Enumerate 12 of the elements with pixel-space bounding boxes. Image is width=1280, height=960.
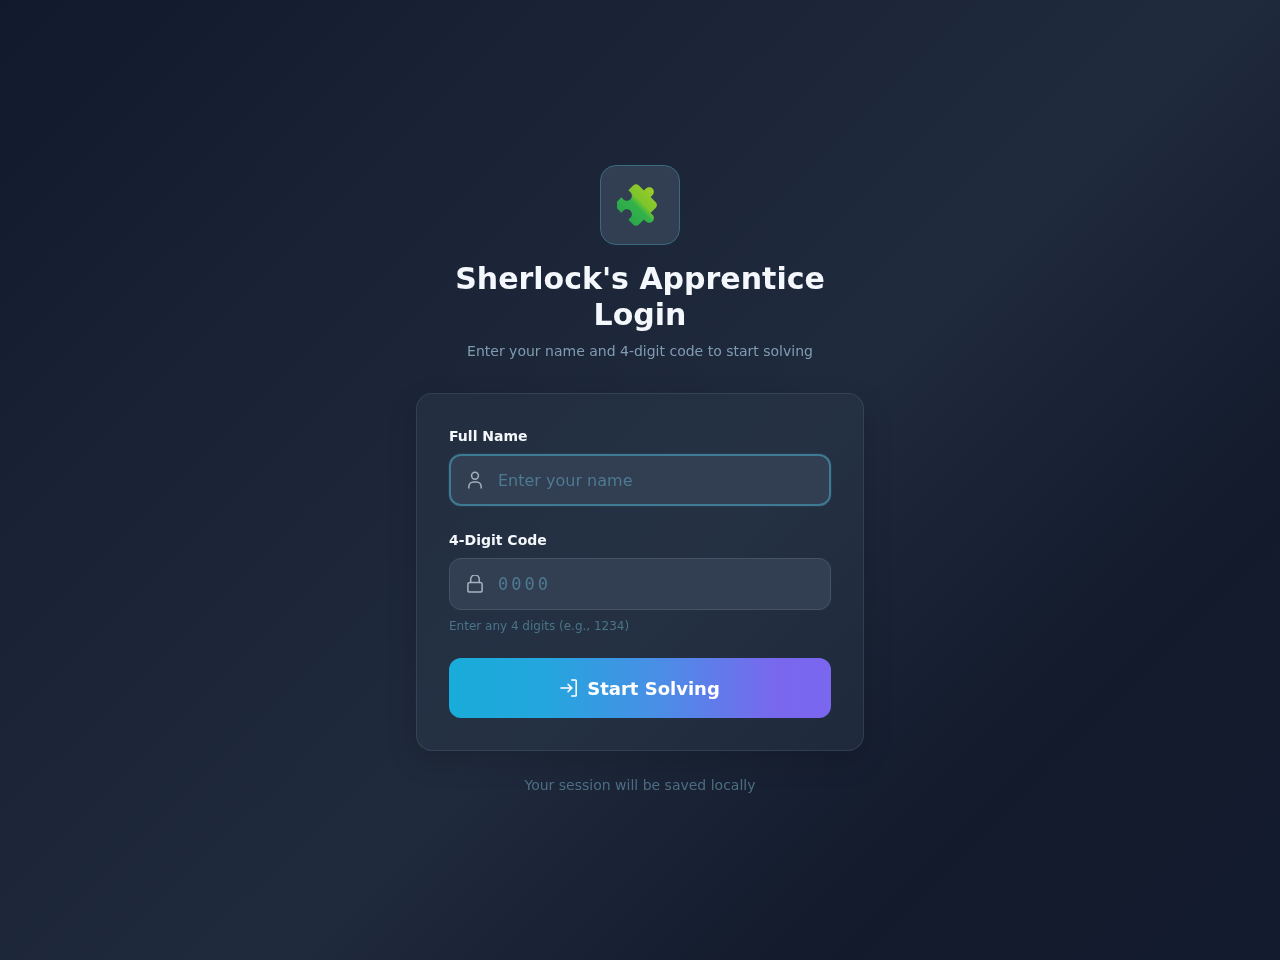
session-note: Your session will be saved locally	[523, 776, 757, 795]
field-label: Full Name	[449, 427, 529, 446]
person-icon	[466, 471, 484, 489]
hint-text: Enter any 4 digits (e.g., 1234)	[449, 618, 631, 634]
code-input-field[interactable]: 0000	[449, 558, 831, 610]
page-subtitle: Enter your name and 4-digit code to start solving	[467, 342, 813, 361]
start-solving-button[interactable]: Start Solving	[449, 658, 831, 718]
page-title: Sherlock's Apprentice Login	[454, 261, 826, 333]
lock-icon	[466, 575, 484, 593]
login-icon	[560, 679, 579, 697]
field-label: 4-Digit Code	[449, 531, 548, 550]
name-input-field[interactable]: Enter your name	[449, 454, 831, 506]
